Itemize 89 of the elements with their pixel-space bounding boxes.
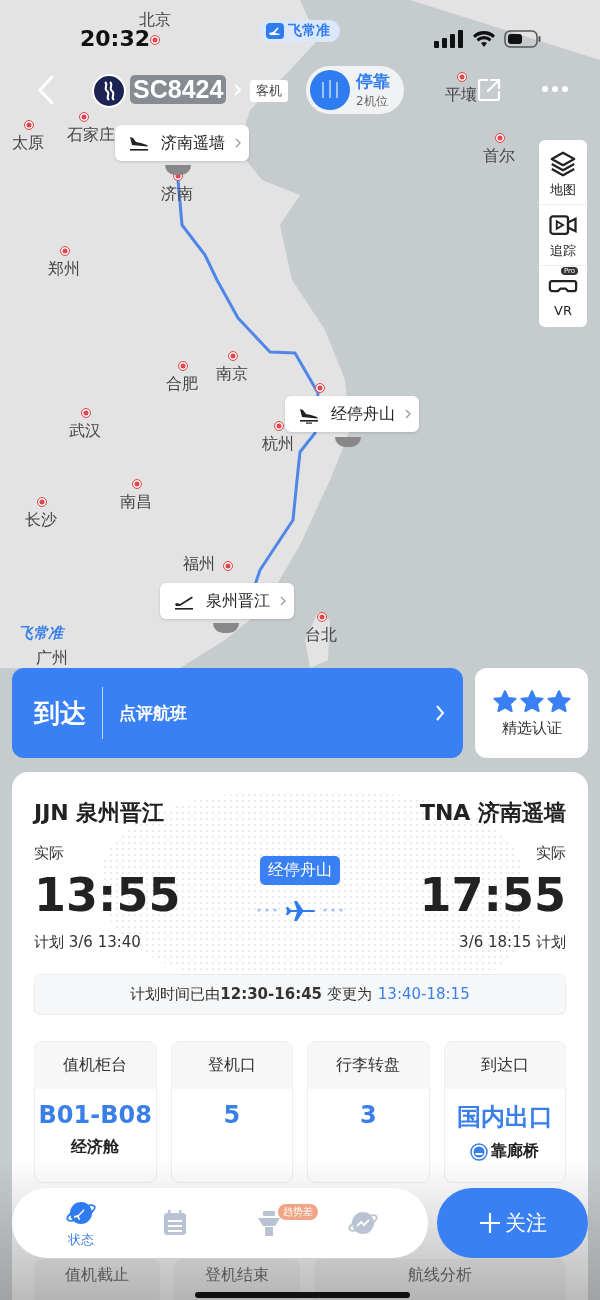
origin-airport: JJN 泉州晋江 [34,799,166,827]
chevron-right-icon[interactable] [234,84,242,96]
city-marker-icon [274,421,284,431]
city-marker-icon [223,561,233,571]
airport-label[interactable]: 泉州晋江 [160,583,294,619]
trend-badge: 趋势差 [278,1204,318,1220]
chevron-right-icon [405,409,411,419]
nav-tab[interactable]: 状态 [65,1197,97,1249]
aircraft-type-tag: 客机 [250,80,288,102]
time-label: 实际 [34,844,65,863]
flight-status-bar[interactable]: 到达 点评航班 [12,668,463,758]
wifi-icon [472,30,496,48]
city-label: 南京 [216,364,248,385]
chevron-right-icon [435,704,445,722]
tile-label: 行李转盘 [308,1042,429,1089]
city-marker-icon [37,497,47,507]
signal-icon [434,30,464,48]
new-schedule-time: 13:40-18:15 [377,985,470,1004]
tile-value: 3 [358,1101,378,1129]
stand-title: 停靠 [356,70,390,93]
chevron-right-icon [235,138,241,148]
info-tile[interactable]: 航线分析 [314,1259,566,1300]
stand-count: 2机位 [356,93,389,110]
tile-subtext: 经济舱 [71,1137,120,1158]
plus-icon [478,1212,501,1234]
notice-text: 计划时间已由12:30-16:45 变更为 [130,985,372,1004]
city-marker-icon [60,246,70,256]
flight-number: SC8424 [130,75,227,104]
airport-label[interactable]: 济南遥墙 [115,125,249,161]
tile-value: B01-B08 [37,1101,153,1129]
city-label: 广州 [36,648,68,669]
city-label: 石家庄 [67,125,115,146]
tile-label: 到达口 [444,1042,565,1089]
city-label: 长沙 [25,510,57,531]
city-marker-icon [315,383,325,393]
city-marker-icon [495,133,505,143]
tile-value: 5 [222,1101,242,1129]
tile-subtext: 靠廊桥 [491,1141,540,1162]
city-label: 南昌 [120,492,152,513]
tile-value: 国内出口 [455,1102,554,1133]
city-label: 合肥 [166,374,198,395]
star-icon [519,688,544,713]
airline-logo-icon [92,74,126,108]
map-tool-button[interactable]: 追踪 [539,204,587,265]
airport-pin-icon [335,437,361,447]
city-label: 平壤 [445,85,477,106]
star-icon [546,688,571,713]
city-label: 太原 [12,133,44,154]
city-marker-icon [79,112,89,122]
follow-button[interactable]: 关注 [437,1188,588,1258]
planned-time: 计划 3/6 13:40 [34,933,142,952]
more-icon[interactable] [541,84,569,94]
destination-airport: TNA 济南遥墙 [419,799,566,827]
map-logo: 飞常准 [18,624,63,643]
app-logo-icon [266,23,284,39]
airport-pin-icon [165,165,191,175]
tile-label: 值机柜台 [35,1042,156,1089]
certification-label: 精选认证 [501,718,562,738]
arrival-time: 17:55 [419,869,566,921]
stopover-badge: 经停舟山 [260,856,340,885]
share-icon[interactable] [476,77,502,103]
time-label: 实际 [536,844,566,863]
city-marker-icon [317,612,327,622]
app-badge: 飞常准 [260,20,340,42]
info-tile[interactable]: 值机截止 [34,1259,160,1300]
star-icon [492,688,517,713]
city-marker-icon [457,72,467,82]
tile-label: 登机口 [171,1042,292,1089]
airport-label[interactable]: 经停舟山 [285,396,419,432]
city-marker-icon [24,120,34,130]
city-marker-icon [150,35,160,45]
city-marker-icon [228,351,238,361]
planned-time: 3/6 18:15 计划 [459,933,566,952]
airport-pin-icon [213,623,239,633]
stand-icon [310,70,350,110]
city-label: 首尔 [483,146,515,167]
layers-icon [548,149,578,179]
city-label: 郑州 [48,259,80,280]
city-label: 杭州 [262,434,294,455]
battery-icon [504,30,542,48]
city-marker-icon [132,479,142,489]
departure-time: 13:55 [34,869,181,921]
chevron-right-icon [280,596,286,606]
city-label: 武汉 [69,421,101,442]
city-label: 福州 [183,554,215,575]
city-label: 台北 [305,625,337,646]
city-marker-icon [81,408,91,418]
map-tool-button[interactable]: 地图 [539,144,587,204]
city-marker-icon [178,361,188,371]
